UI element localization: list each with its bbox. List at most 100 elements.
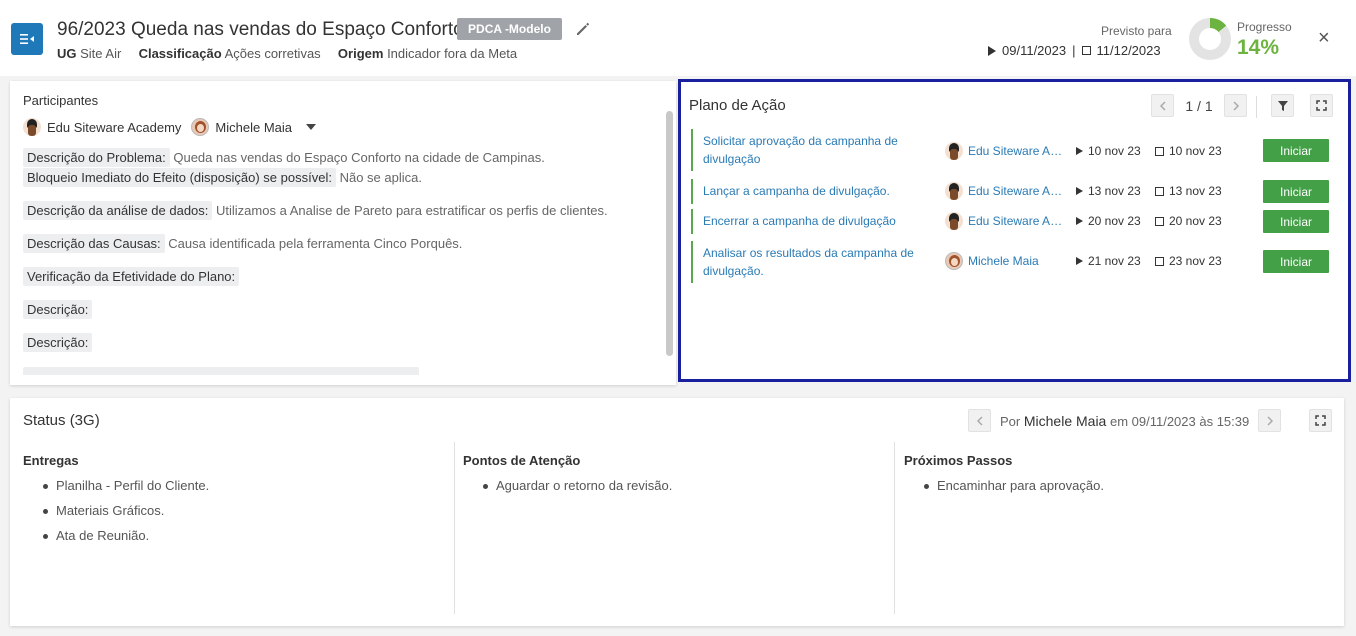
column-title: Entregas	[23, 453, 79, 468]
end-date-icon	[1155, 256, 1164, 266]
task-end: 10 nov 23	[1155, 144, 1222, 158]
filter-button[interactable]	[1271, 94, 1294, 117]
task-start: 13 nov 23	[1076, 184, 1141, 198]
end-date-icon	[1155, 216, 1164, 226]
progress-donut	[1189, 18, 1231, 60]
scrollbar[interactable]	[666, 111, 673, 356]
task-end: 13 nov 23	[1155, 184, 1222, 198]
expand-icon	[1315, 415, 1326, 426]
field-verificacao-efetividade: Verificação da Efetividade do Plano:	[23, 267, 240, 286]
field-descricao: Descrição:	[23, 300, 93, 319]
avatar	[945, 212, 963, 230]
task-owner-name[interactable]: Edu Siteware Ac...	[968, 184, 1066, 198]
status-by-suffix: em 09/11/2023 às 15:39	[1109, 413, 1250, 429]
menu-collapse-icon	[20, 34, 34, 44]
field-label: Descrição:	[23, 333, 93, 352]
avatar	[945, 252, 963, 270]
header-meta: UG Site Air Classificação Ações corretiv…	[57, 46, 517, 61]
start-date-icon	[1076, 217, 1083, 225]
field-value: Causa identificada pela ferramenta Cinco…	[168, 236, 463, 251]
start-task-button[interactable]: Iniciar	[1263, 139, 1329, 162]
expand-button[interactable]	[1310, 94, 1333, 117]
task-owner-name[interactable]: Edu Siteware Ac...	[968, 144, 1066, 158]
chevron-right-icon	[1267, 415, 1273, 426]
column-list: Encaminhar para aprovação.	[922, 478, 1104, 503]
avatar	[945, 182, 963, 200]
task-end-date: 20 nov 23	[1169, 214, 1222, 228]
end-date-icon	[1155, 186, 1164, 196]
status-column-proximos-passos: Próximos Passos Encaminhar para aprovaçã…	[904, 442, 1334, 614]
field-value: Não se aplica.	[339, 170, 422, 185]
header-dates: 09/11/2023 | 11/12/2023	[988, 43, 1161, 58]
list-item: Planilha - Perfil do Cliente.	[41, 478, 209, 503]
pencil-icon[interactable]	[574, 20, 592, 38]
meta-origem-label: Origem	[337, 46, 384, 61]
column-list: Aguardar o retorno da revisão.	[481, 478, 672, 503]
participants-list: Edu Siteware Academy Michele Maia	[23, 118, 316, 136]
field-label: Verificação da Efetividade do Plano:	[23, 267, 240, 286]
menu-toggle-button[interactable]	[11, 23, 43, 55]
task-start: 21 nov 23	[1076, 254, 1141, 268]
task-end-date: 13 nov 23	[1169, 184, 1222, 198]
meta-classificacao-value: Ações corretivas	[224, 46, 321, 61]
expand-status-button[interactable]	[1309, 409, 1332, 432]
task-owner-name[interactable]: Edu Siteware Ac...	[968, 214, 1066, 228]
status-by-prefix: Por	[1000, 413, 1021, 429]
toolbar-divider	[1256, 96, 1257, 118]
field-label: Bloqueio Imediato do Efeito (disposição)…	[23, 168, 336, 187]
end-date-icon	[1155, 146, 1164, 156]
task-row: Encerrar a campanha de divulgação Edu Si…	[691, 209, 1331, 234]
field-label: Descrição da análise de dados:	[23, 201, 213, 220]
column-title: Pontos de Atenção	[463, 453, 581, 468]
participant-name: Michele Maia	[215, 119, 292, 135]
close-icon[interactable]: ×	[1318, 28, 1330, 48]
field-analise-dados: Descrição da análise de dados: Utilizamo…	[23, 201, 608, 220]
column-divider	[894, 442, 895, 614]
expand-icon	[1316, 100, 1327, 111]
task-row: Lançar a campanha de divulgação. Edu Sit…	[691, 179, 1331, 204]
task-name-link[interactable]: Encerrar a campanha de divulgação	[703, 212, 918, 230]
meta-ug-label: UG	[57, 46, 77, 61]
task-end-date: 23 nov 23	[1169, 254, 1222, 268]
prev-page-button[interactable]	[1151, 94, 1174, 117]
caret-down-icon[interactable]	[306, 124, 316, 130]
status-title: Status (3G)	[23, 412, 100, 429]
page-indicator: 1 / 1	[1185, 97, 1213, 114]
field-label: Descrição das Causas:	[23, 234, 165, 253]
next-status-button[interactable]	[1258, 409, 1282, 432]
task-end: 20 nov 23	[1155, 214, 1222, 228]
participant-name: Edu Siteware Academy	[47, 119, 182, 135]
start-task-button[interactable]: Iniciar	[1263, 250, 1329, 273]
task-start: 20 nov 23	[1076, 214, 1141, 228]
field-label: Descrição do Problema:	[23, 148, 170, 167]
field-truncated	[23, 367, 419, 375]
date-separator: |	[1072, 43, 1076, 58]
status-column-entregas: Entregas Planilha - Perfil do Cliente. M…	[23, 442, 453, 614]
task-start: 10 nov 23	[1076, 144, 1141, 158]
action-plan-panel: Plano de Ação 1 / 1 Solicitar aprovação …	[678, 79, 1351, 382]
list-item: Materiais Gráficos.	[41, 503, 209, 528]
column-title: Próximos Passos	[904, 453, 1013, 468]
next-page-button[interactable]	[1224, 94, 1247, 117]
prev-status-button[interactable]	[968, 409, 991, 432]
task-start-date: 10 nov 23	[1088, 144, 1141, 158]
task-row: Solicitar aprovação da campanha de divul…	[691, 129, 1331, 171]
start-date-icon	[988, 45, 996, 56]
task-owner: Edu Siteware Ac...	[945, 142, 1066, 160]
list-item: Aguardar o retorno da revisão.	[481, 478, 672, 503]
details-panel: Participantes Edu Siteware Academy Miche…	[10, 81, 676, 385]
task-name-link[interactable]: Lançar a campanha de divulgação.	[703, 182, 918, 200]
meta-classificacao-label: Classificação	[138, 46, 222, 61]
end-date: 11/12/2023	[1096, 43, 1161, 58]
list-item: Encaminhar para aprovação.	[922, 478, 1104, 503]
progress-label: Progresso	[1237, 20, 1292, 34]
task-name-link[interactable]: Solicitar aprovação da campanha de divul…	[703, 132, 918, 168]
chevron-left-icon	[976, 415, 983, 426]
task-owner-name[interactable]: Michele Maia	[968, 254, 1066, 268]
start-task-button[interactable]: Iniciar	[1263, 210, 1329, 233]
task-name-link[interactable]: Analisar os resultados da campanha de di…	[703, 244, 918, 280]
start-task-button[interactable]: Iniciar	[1263, 180, 1329, 203]
page-header: 96/2023 Queda nas vendas do Espaço Confo…	[0, 0, 1356, 76]
page-title: 96/2023 Queda nas vendas do Espaço Confo…	[57, 19, 464, 40]
avatar	[191, 118, 210, 136]
